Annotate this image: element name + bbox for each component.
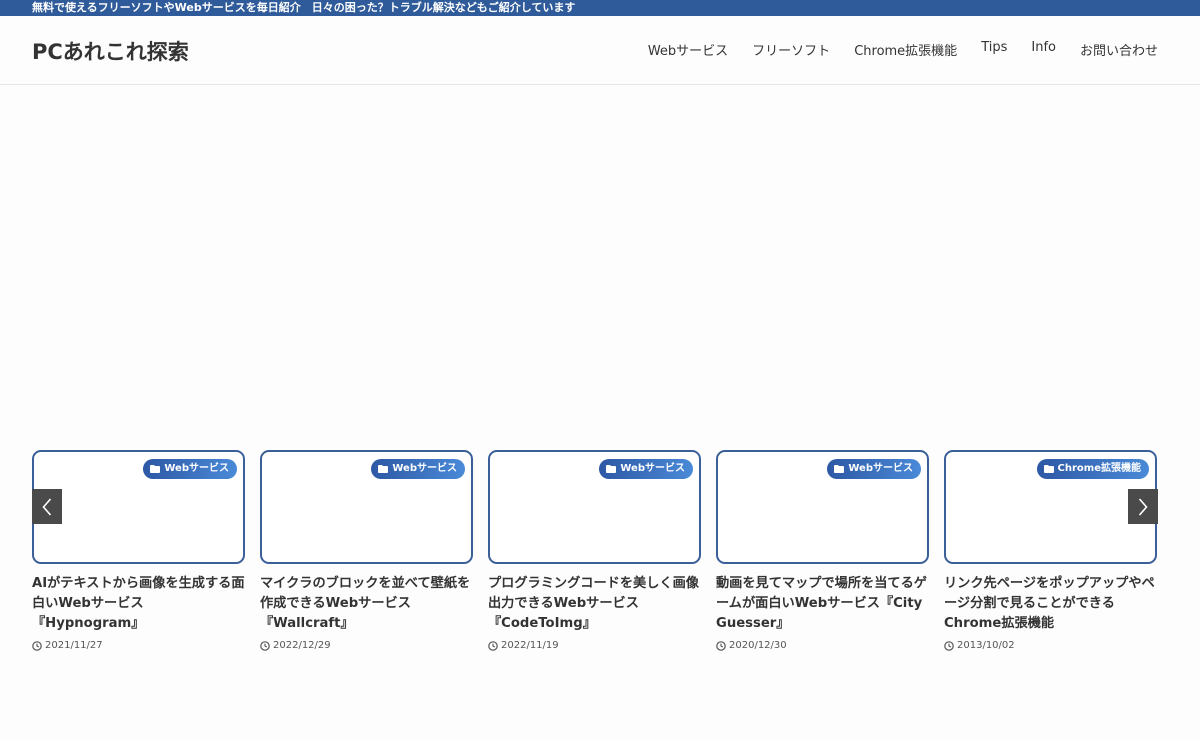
folder-icon: [378, 465, 389, 473]
card-title[interactable]: AIがテキストから画像を生成する面白いWebサービス『Hypnogram』: [32, 574, 245, 634]
slider-card[interactable]: Chrome拡張機能 リンク先ページをポップアップやページ分割で見ることができる…: [944, 450, 1157, 651]
slider-next-button[interactable]: [1128, 489, 1158, 524]
category-badge: Webサービス: [599, 459, 693, 479]
category-badge: Webサービス: [827, 459, 921, 479]
nav-item-free-software[interactable]: フリーソフト: [752, 40, 830, 59]
chevron-right-icon: [1138, 498, 1148, 516]
card-date: 2022/12/29: [260, 640, 473, 651]
card-thumbnail[interactable]: Webサービス: [32, 450, 245, 564]
slider-card[interactable]: Webサービス プログラミングコードを美しく画像出力できるWebサービス『Cod…: [488, 450, 701, 651]
card-thumbnail[interactable]: Webサービス: [488, 450, 701, 564]
slider-card[interactable]: Webサービス マイクラのブロックを並べて壁紙を作成できるWebサービス『Wal…: [260, 450, 473, 651]
date-text: 2021/11/27: [45, 640, 103, 651]
card-title[interactable]: プログラミングコードを美しく画像出力できるWebサービス『CodeToImg』: [488, 574, 701, 634]
date-text: 2020/12/30: [729, 640, 787, 651]
folder-icon: [150, 465, 161, 473]
card-date: 2013/10/02: [944, 640, 1157, 651]
clock-icon: [32, 640, 42, 651]
chevron-left-icon: [42, 498, 52, 516]
folder-icon: [606, 465, 617, 473]
card-date: 2021/11/27: [32, 640, 245, 651]
nav-item-info[interactable]: Info: [1031, 40, 1056, 59]
nav-item-tips[interactable]: Tips: [981, 40, 1007, 59]
category-label: Webサービス: [848, 463, 913, 474]
nav-item-chrome-extensions[interactable]: Chrome拡張機能: [854, 40, 957, 59]
slider-prev-button[interactable]: [32, 489, 62, 524]
category-badge: Webサービス: [371, 459, 465, 479]
clock-icon: [260, 640, 270, 651]
category-label: Chrome拡張機能: [1057, 463, 1141, 474]
category-badge: Chrome拡張機能: [1036, 459, 1149, 479]
clock-icon: [716, 640, 726, 651]
folder-icon: [834, 465, 845, 473]
site-title[interactable]: PCあれこれ探索: [32, 36, 189, 66]
category-label: Webサービス: [392, 463, 457, 474]
date-text: 2022/11/19: [501, 640, 559, 651]
category-label: Webサービス: [620, 463, 685, 474]
clock-icon: [944, 640, 954, 651]
folder-icon: [1043, 465, 1054, 473]
card-title[interactable]: マイクラのブロックを並べて壁紙を作成できるWebサービス『Wallcraft』: [260, 574, 473, 634]
card-title[interactable]: リンク先ページをポップアップやページ分割で見ることができるChrome拡張機能: [944, 574, 1157, 634]
category-badge: Webサービス: [143, 459, 237, 479]
nav-item-web-services[interactable]: Webサービス: [648, 40, 728, 59]
slider-card[interactable]: Webサービス 動画を見てマップで場所を当てるゲームが面白いWebサービス『Ci…: [716, 450, 929, 651]
site-header: PCあれこれ探索 Webサービス フリーソフト Chrome拡張機能 Tips …: [0, 16, 1200, 85]
top-announcement-bar: 無料で使えるフリーソフトやWebサービスを毎日紹介 日々の困った？トラブル解決な…: [0, 0, 1200, 16]
post-slider: Webサービス AIがテキストから画像を生成する面白いWebサービス『Hypno…: [32, 450, 1158, 660]
date-text: 2013/10/02: [957, 640, 1015, 651]
card-thumbnail[interactable]: Chrome拡張機能: [944, 450, 1157, 564]
card-date: 2022/11/19: [488, 640, 701, 651]
card-date: 2020/12/30: [716, 640, 929, 651]
date-text: 2022/12/29: [273, 640, 331, 651]
category-label: Webサービス: [164, 463, 229, 474]
global-nav: Webサービス フリーソフト Chrome拡張機能 Tips Info お問い合…: [624, 40, 1158, 59]
card-thumbnail[interactable]: Webサービス: [260, 450, 473, 564]
nav-item-contact[interactable]: お問い合わせ: [1080, 40, 1158, 59]
announcement-text: 無料で使えるフリーソフトやWebサービスを毎日紹介 日々の困った？トラブル解決な…: [32, 1, 576, 14]
slider-card[interactable]: Webサービス AIがテキストから画像を生成する面白いWebサービス『Hypno…: [32, 450, 245, 651]
card-title[interactable]: 動画を見てマップで場所を当てるゲームが面白いWebサービス『City Guess…: [716, 574, 929, 634]
clock-icon: [488, 640, 498, 651]
card-thumbnail[interactable]: Webサービス: [716, 450, 929, 564]
